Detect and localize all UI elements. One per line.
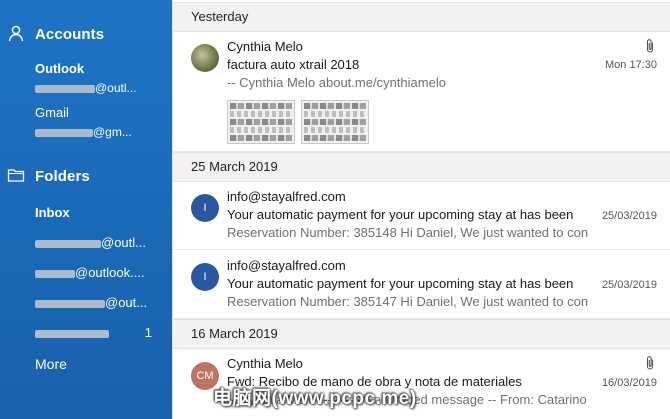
avatar: I <box>191 194 219 222</box>
attachment-icon <box>646 39 654 53</box>
attachment-thumbnail[interactable] <box>227 100 295 144</box>
message-date: 25/03/2019 <box>601 279 657 291</box>
group-header: 16 March 2019 <box>173 319 670 349</box>
message-subject: Your automatic payment for your upcoming… <box>227 276 574 291</box>
message-sender: Cynthia Melo <box>227 356 303 371</box>
redacted-text <box>35 329 109 338</box>
message-item[interactable]: Cynthia Melo factura auto xtrail 2018 --… <box>173 32 670 152</box>
accounts-header[interactable]: Accounts <box>0 19 172 49</box>
folder-item[interactable]: @out... <box>35 292 160 314</box>
account-gmail[interactable]: Gmail @gm... <box>35 105 165 140</box>
message-item[interactable]: I info@stayalfred.com Your automatic pay… <box>173 251 670 319</box>
folder-item[interactable]: @outl... <box>35 232 160 254</box>
avatar: I <box>191 263 219 291</box>
watermark-text: 电脑网(www.pcpc.me) <box>213 388 417 409</box>
folders-label: Folders <box>35 167 90 185</box>
message-preview: Reservation Number: 385147 Hi Daniel, We… <box>227 294 589 309</box>
group-header: Yesterday <box>173 2 670 32</box>
folder-inbox[interactable]: Inbox <box>35 202 160 224</box>
group-header: 25 March 2019 <box>173 152 670 182</box>
account-outlook[interactable]: Outlook @outl... <box>35 61 165 96</box>
person-icon <box>8 25 24 42</box>
redacted-text <box>35 84 95 93</box>
redacted-text <box>35 269 75 278</box>
message-sender: info@stayalfred.com <box>227 258 346 273</box>
message-subject: Your automatic payment for your upcoming… <box>227 207 574 222</box>
sidebar: Accounts Outlook @outl... Gmail @gm... F… <box>0 0 172 419</box>
attachment-icon <box>646 356 654 370</box>
message-subject: factura auto xtrail 2018 <box>227 57 360 72</box>
message-preview: Reservation Number: 385148 Hi Daniel, We… <box>227 225 589 240</box>
accounts-label: Accounts <box>35 25 105 43</box>
attachment-thumbnail[interactable] <box>301 100 369 144</box>
account-email: @outl... <box>35 80 165 96</box>
message-item[interactable]: I info@stayalfred.com Your automatic pay… <box>173 182 670 250</box>
message-list: Yesterday Cynthia Melo factura auto xtra… <box>172 0 670 419</box>
folders-header[interactable]: Folders <box>0 161 172 191</box>
message-date: Mon 17:30 <box>605 59 657 71</box>
message-preview: -- Cynthia Melo about.me/cynthiamelo <box>227 75 446 90</box>
message-sender: Cynthia Melo <box>227 39 303 54</box>
message-date: 16/03/2019 <box>601 377 657 389</box>
more-folders-link[interactable]: More <box>35 356 67 372</box>
account-email: @gm... <box>35 124 165 140</box>
folder-item[interactable]: @outlook.... <box>35 262 160 284</box>
folder-icon <box>7 169 25 182</box>
message-date: 25/03/2019 <box>601 210 657 222</box>
folder-item[interactable]: 1 <box>35 322 160 344</box>
message-sender: info@stayalfred.com <box>227 189 346 204</box>
account-name: Outlook <box>35 61 85 76</box>
redacted-text <box>35 239 101 248</box>
unread-count: 1 <box>144 325 152 340</box>
account-name: Gmail <box>35 105 69 120</box>
redacted-text <box>35 128 93 137</box>
redacted-text <box>35 299 105 308</box>
avatar <box>191 44 219 72</box>
